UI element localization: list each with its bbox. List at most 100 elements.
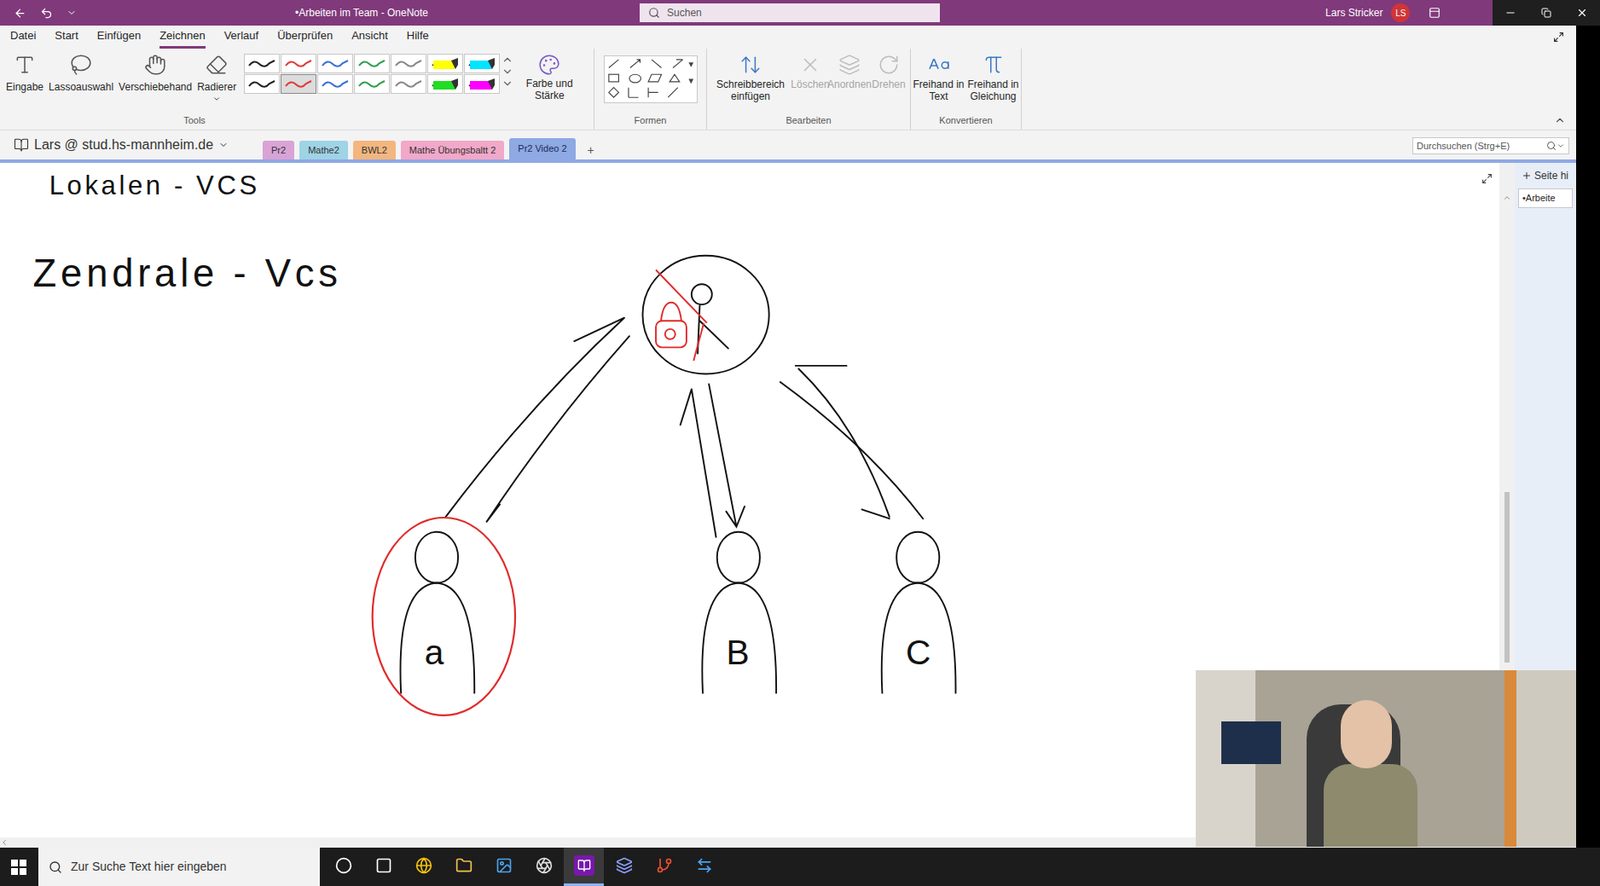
screen: •Arbeiten im Team - OneNoteSuchenLars St… <box>0 0 1600 886</box>
scroll-down-icon[interactable] <box>501 65 514 78</box>
git-icon <box>655 857 673 875</box>
expand-icon[interactable] <box>1481 173 1493 185</box>
customize-icon[interactable] <box>66 7 77 18</box>
convert-button[interactable]: Freihand in Text <box>912 53 966 104</box>
menu-tab[interactable]: Überprüfen <box>277 25 333 49</box>
lasso-icon <box>69 53 93 76</box>
menu-tab[interactable]: Datei <box>10 25 36 49</box>
pen-swatch[interactable] <box>390 53 427 74</box>
pen-swatch[interactable] <box>390 74 427 94</box>
shapes-gallery-icon[interactable] <box>603 55 698 104</box>
pen-icon <box>394 77 424 92</box>
explorer-icon <box>455 857 473 875</box>
convert-button[interactable]: Freihand in Gleichung <box>967 53 1021 104</box>
highlighter-icon <box>430 57 460 71</box>
pen-swatch[interactable] <box>427 74 464 94</box>
type-icon <box>13 53 36 76</box>
pen-swatch[interactable] <box>280 74 317 94</box>
taskbar-search[interactable]: Zur Suche Text hier eingeben <box>38 847 320 886</box>
highlight-ring <box>372 517 516 716</box>
ink-heading: Lokalen - VCS <box>49 170 261 201</box>
scroll-up-icon[interactable] <box>1502 193 1512 203</box>
pen-swatch[interactable] <box>353 53 390 74</box>
server-circle <box>642 255 769 375</box>
ribbon: EingabeLassoauswahlVerschiebehandRadiere… <box>0 48 1577 131</box>
tool-button[interactable]: Lassoauswahl <box>46 53 116 95</box>
taskbar-app[interactable] <box>483 847 524 886</box>
taskbar-app[interactable] <box>563 847 604 886</box>
notebook-picker[interactable]: Lars @ stud.hs-mannheim.de <box>0 130 256 160</box>
taskbar-app[interactable] <box>363 847 404 886</box>
taskbar-app[interactable] <box>603 847 644 886</box>
menu-tab[interactable]: Einfügen <box>97 25 141 49</box>
dropdown-icon <box>218 139 229 151</box>
scroll-thumb[interactable] <box>1504 492 1510 663</box>
vpn-icon <box>615 857 633 875</box>
menu-tab[interactable]: Ansicht <box>351 25 389 49</box>
person-label: C <box>905 632 931 673</box>
menu-tab[interactable]: Hilfe <box>406 25 429 49</box>
person-label: a <box>424 632 445 673</box>
screen-edge <box>1576 25 1600 848</box>
search-icon <box>48 860 63 875</box>
restore-icon[interactable] <box>1541 7 1552 18</box>
pen-swatch[interactable] <box>463 74 500 94</box>
highlighter-icon <box>430 77 460 92</box>
tool-button[interactable]: Eingabe <box>3 53 47 95</box>
scroll-up-icon[interactable] <box>501 53 514 66</box>
add-section-button[interactable]: + <box>580 140 602 160</box>
gallery-scroll[interactable] <box>501 53 514 90</box>
undo-icon[interactable] <box>40 6 53 20</box>
pen-icon <box>284 77 314 92</box>
notebook-icon <box>13 137 29 153</box>
edit-button: Drehen <box>869 53 909 91</box>
taskbar-app[interactable] <box>403 847 444 886</box>
menu-tab[interactable]: Zeichnen <box>159 25 205 49</box>
notebook-search[interactable]: Durchsuchen (Strg+E) <box>1412 137 1570 155</box>
taskbar-app[interactable] <box>523 847 564 886</box>
shapes-group: Formen <box>594 48 708 130</box>
more-icon[interactable] <box>501 77 514 90</box>
section-tab[interactable]: Pr2 <box>262 140 295 160</box>
taskbar-app[interactable] <box>684 847 725 886</box>
window-title: •Arbeiten im Team - OneNote <box>295 5 429 21</box>
pen-swatch[interactable] <box>317 53 354 74</box>
taskbar-app[interactable] <box>443 847 484 886</box>
pen-swatch[interactable] <box>317 74 354 94</box>
taskbar-app[interactable] <box>323 847 364 886</box>
tool-button[interactable]: Verschiebehand <box>115 53 195 95</box>
collapse-ribbon-icon[interactable] <box>1553 114 1566 127</box>
close-icon[interactable] <box>1576 6 1589 19</box>
edit-button[interactable]: Schreibbereich einfügen <box>710 53 791 104</box>
page-item[interactable]: •Arbeite <box>1518 188 1573 209</box>
pen-swatch[interactable] <box>280 53 317 74</box>
section-tab[interactable]: Mathe2 <box>299 140 348 160</box>
pen-swatch[interactable] <box>353 74 390 94</box>
section-tab[interactable]: BWL2 <box>353 140 396 160</box>
pen-swatch[interactable] <box>463 53 500 74</box>
menu-tab[interactable]: Verlauf <box>224 25 259 49</box>
tool-button[interactable]: Radierer <box>194 53 239 104</box>
user-avatar[interactable]: LS <box>1391 3 1410 23</box>
search-box[interactable]: Suchen <box>639 3 940 23</box>
back-icon[interactable] <box>13 6 27 20</box>
menu-tab[interactable]: Start <box>54 25 78 49</box>
pen-swatch[interactable] <box>243 74 280 94</box>
pen-gallery <box>243 53 500 94</box>
full-page-icon[interactable] <box>1553 31 1565 43</box>
taskview-icon <box>375 857 393 875</box>
ink-text-icon <box>927 53 951 76</box>
add-page-button[interactable]: Seite hi <box>1514 168 1577 184</box>
pen-swatch[interactable] <box>243 53 280 74</box>
delete-icon <box>799 53 822 76</box>
section-tab[interactable]: Mathe Übungsbaltt 2 <box>400 140 505 160</box>
color-button[interactable]: Farbe und Stärke <box>521 53 577 103</box>
pen-icon <box>320 57 350 71</box>
taskbar-app[interactable] <box>643 847 685 886</box>
section-tab[interactable]: Pr2 Video 2 <box>509 138 575 160</box>
ribbon-display-icon[interactable] <box>1428 6 1441 19</box>
minimize-icon[interactable] <box>1504 6 1517 19</box>
scroll-left-icon[interactable] <box>0 838 9 847</box>
pen-swatch[interactable] <box>427 53 464 74</box>
windows-logo-icon[interactable] <box>11 859 27 876</box>
